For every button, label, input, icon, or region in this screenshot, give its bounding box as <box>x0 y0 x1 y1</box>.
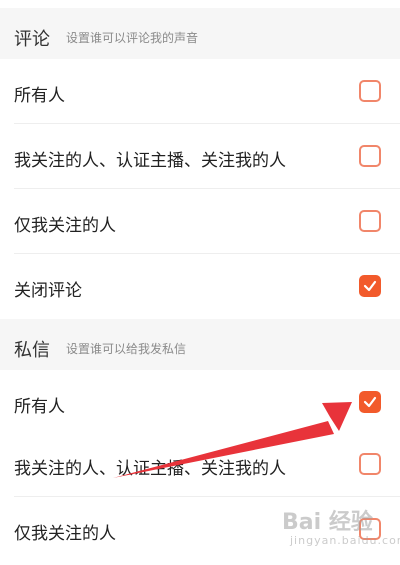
top-strip <box>0 0 400 8</box>
option-label: 所有人 <box>14 86 65 106</box>
messages-option-followed-verified-followers[interactable]: 我关注的人、认证主播、关注我的人 <box>0 432 400 497</box>
option-label: 我关注的人、认证主播、关注我的人 <box>14 459 286 479</box>
option-label: 我关注的人、认证主播、关注我的人 <box>14 151 286 171</box>
comments-section-title: 评论 <box>14 29 50 50</box>
checkmark-icon <box>363 396 377 408</box>
privacy-settings-screen: 评论 设置谁可以评论我的声音 所有人 我关注的人、认证主播、关注我的人 仅我关注… <box>0 0 400 565</box>
option-label: 仅我关注的人 <box>14 216 116 236</box>
checkbox[interactable] <box>359 80 381 102</box>
checkmark-icon <box>363 280 377 292</box>
messages-section-header: 私信 设置谁可以给我发私信 <box>0 319 400 373</box>
watermark-logo: Bai 经验 <box>282 510 373 535</box>
comments-section-description: 设置谁可以评论我的声音 <box>66 31 199 45</box>
comments-option-everyone[interactable]: 所有人 <box>0 59 400 124</box>
checkbox[interactable] <box>359 145 381 167</box>
messages-section-description: 设置谁可以给我发私信 <box>66 342 187 356</box>
watermark-url: jingyan.baidu.com <box>290 534 400 547</box>
baidu-jingyan-watermark: Bai 经验 jingyan.baidu.com <box>282 500 400 560</box>
comments-section-header: 评论 设置谁可以评论我的声音 <box>0 8 400 62</box>
checkbox-checked[interactable] <box>359 391 381 413</box>
comments-option-close-comments[interactable]: 关闭评论 <box>0 254 400 319</box>
option-label: 关闭评论 <box>14 281 82 301</box>
checkbox-checked[interactable] <box>359 275 381 297</box>
option-label: 仅我关注的人 <box>14 524 116 544</box>
comments-option-followed-verified-followers[interactable]: 我关注的人、认证主播、关注我的人 <box>0 124 400 189</box>
comments-option-only-followed[interactable]: 仅我关注的人 <box>0 189 400 254</box>
messages-section-title: 私信 <box>14 340 50 361</box>
option-label: 所有人 <box>14 397 65 417</box>
checkbox[interactable] <box>359 210 381 232</box>
messages-option-everyone[interactable]: 所有人 <box>0 370 400 435</box>
checkbox[interactable] <box>359 453 381 475</box>
